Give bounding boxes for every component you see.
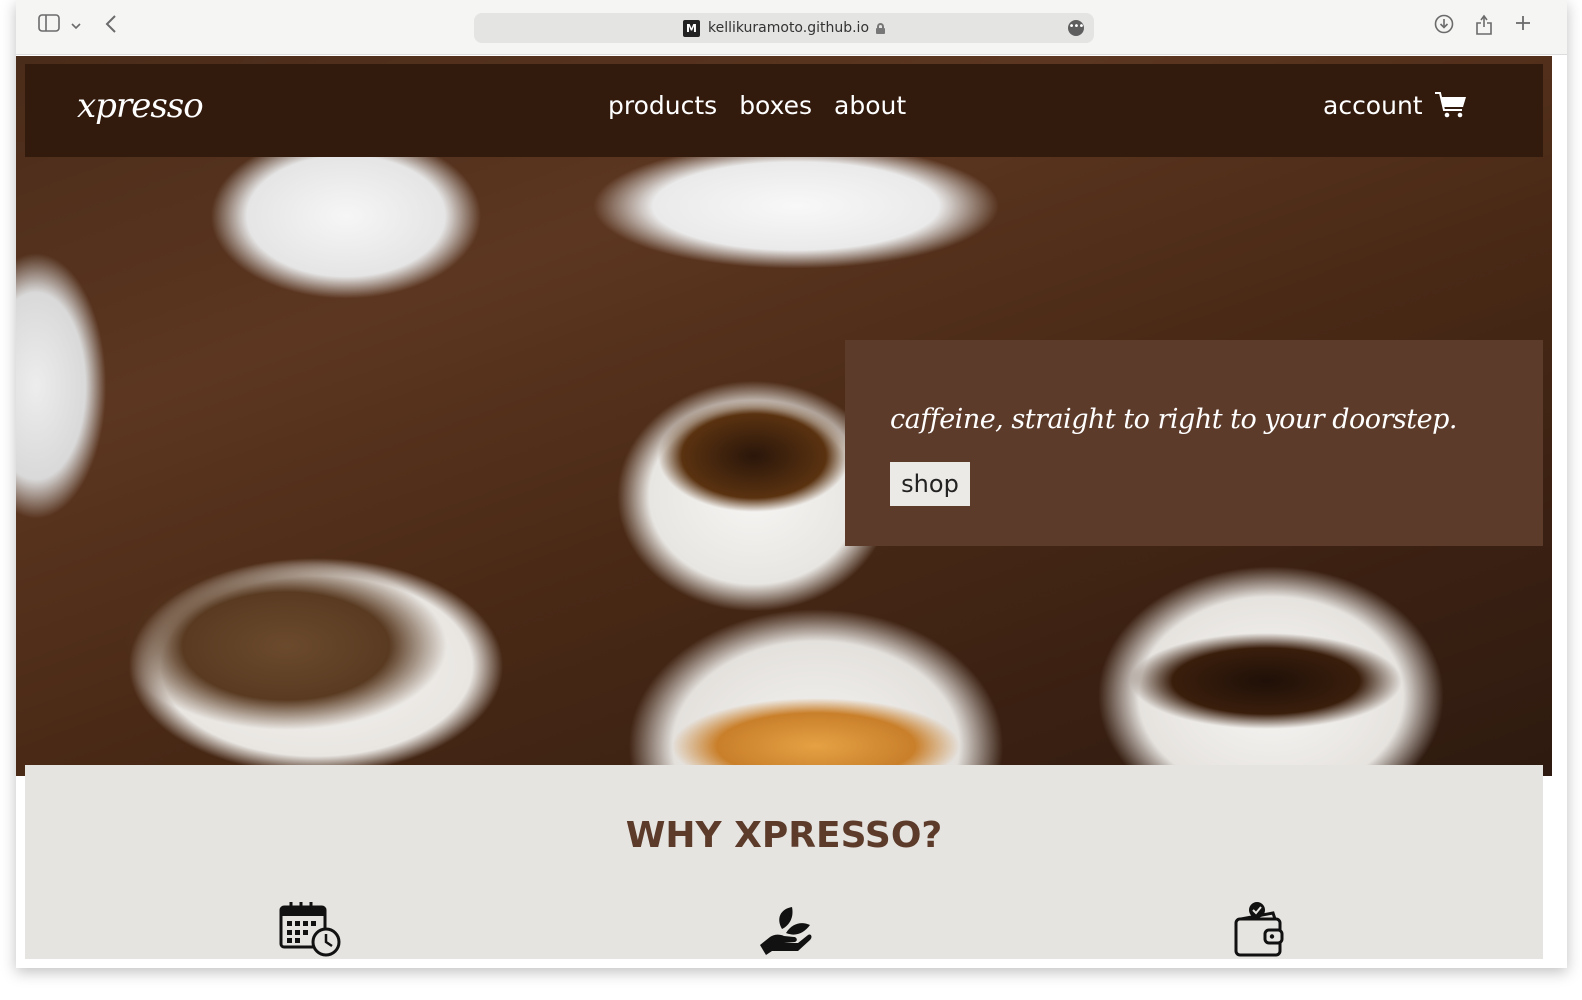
download-icon[interactable]: [1434, 14, 1454, 42]
cart-icon[interactable]: [1434, 90, 1468, 120]
nav-link-products[interactable]: products: [608, 91, 717, 120]
back-icon[interactable]: [104, 14, 118, 42]
hero-promo-card: caffeine, straight to right to your door…: [845, 340, 1543, 546]
share-icon[interactable]: [1475, 14, 1493, 44]
calendar-clock-icon: [279, 901, 341, 959]
browser-toolbar: M kellikuramoto.github.io •••: [16, 0, 1567, 55]
nav-link-boxes[interactable]: boxes: [739, 91, 812, 120]
url-text: kellikuramoto.github.io: [707, 20, 870, 36]
site-navbar: xpresso products boxes about account: [25, 64, 1543, 157]
wallet-check-icon: [1233, 901, 1287, 959]
lock-icon: [876, 22, 886, 34]
site-logo[interactable]: xpresso: [77, 86, 204, 126]
chevron-down-icon[interactable]: [70, 14, 82, 40]
page-viewport: xpresso products boxes about account caf…: [16, 56, 1552, 959]
address-bar[interactable]: M kellikuramoto.github.io •••: [474, 13, 1094, 43]
hero-tagline: caffeine, straight to right to your door…: [890, 404, 1457, 435]
nav-links: products boxes about: [608, 91, 906, 120]
nav-link-about[interactable]: about: [834, 91, 906, 120]
sidebar-toggle-icon[interactable]: [38, 14, 60, 40]
hand-plant-icon: [758, 901, 812, 959]
account-link[interactable]: account: [1323, 91, 1423, 120]
new-tab-icon[interactable]: [1514, 14, 1532, 40]
browser-window: M kellikuramoto.github.io ••• xpresso pr…: [16, 0, 1567, 968]
more-options-icon[interactable]: •••: [1068, 20, 1084, 36]
why-section: WHY XPRESSO?: [25, 765, 1543, 959]
shop-button[interactable]: shop: [890, 462, 970, 506]
section-title: WHY XPRESSO?: [625, 815, 943, 856]
site-favicon: M: [682, 19, 700, 37]
